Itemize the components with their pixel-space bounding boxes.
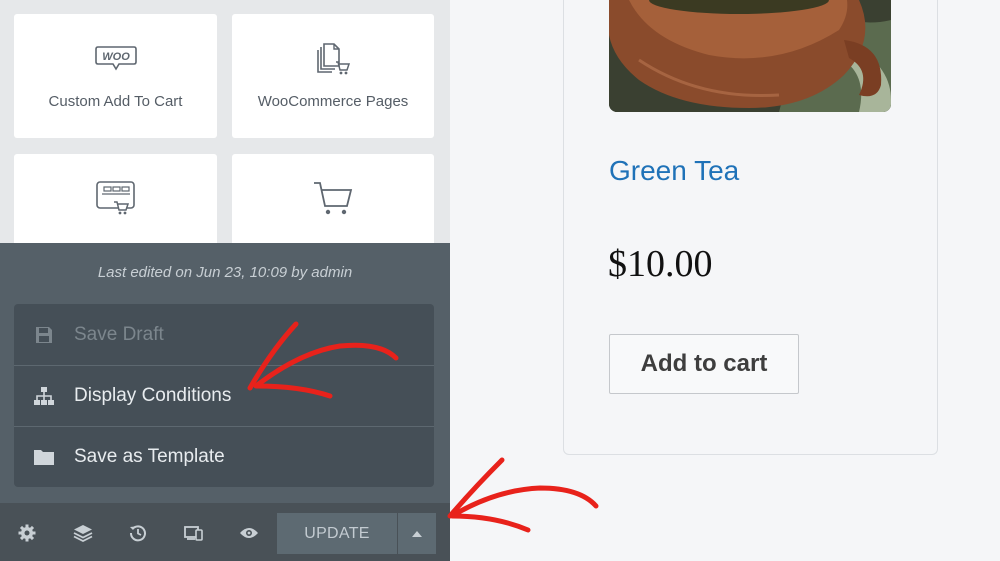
pages-cart-icon (315, 38, 351, 78)
product-price: $10.00 (608, 243, 713, 285)
editor-footer: UPDATE (0, 503, 450, 561)
layers-icon[interactable] (72, 522, 94, 544)
sitemap-icon (14, 386, 74, 406)
last-edited-text: Last edited on Jun 23, 10:09 by admin (97, 264, 353, 281)
svg-text:WOO: WOO (102, 51, 130, 63)
widget-woocommerce-pages[interactable]: WooCommerce Pages (232, 14, 434, 138)
display-conditions-label: Display Conditions (74, 385, 232, 406)
product-image (609, 0, 891, 112)
update-button[interactable]: UPDATE (277, 513, 397, 554)
editor-panel: WOO Custom Add To Cart WooCommerce Pages (0, 0, 450, 561)
folder-icon (14, 448, 74, 466)
save-as-template-label: Save as Template (74, 446, 225, 467)
save-draft-item[interactable]: Save Draft (14, 304, 434, 365)
widget-custom-add-to-cart[interactable]: WOO Custom Add To Cart (14, 14, 217, 138)
save-options-menu: Save Draft Display Conditions Save as Te… (14, 304, 434, 487)
gear-icon[interactable] (16, 522, 38, 544)
save-icon (14, 325, 74, 345)
page-preview: Green Tea $10.00 Add to cart (450, 0, 1000, 561)
save-as-template-item[interactable]: Save as Template (14, 426, 434, 487)
widget-label: WooCommerce Pages (257, 93, 409, 110)
add-to-cart-button[interactable]: Add to cart (609, 334, 799, 394)
woo-icon: WOO (94, 38, 138, 78)
cart-icon (311, 178, 355, 218)
display-conditions-item[interactable]: Display Conditions (14, 365, 434, 426)
responsive-icon[interactable] (183, 522, 205, 544)
history-icon[interactable] (127, 522, 149, 544)
menu-cart-icon (94, 178, 138, 218)
caret-up-icon[interactable] (398, 513, 436, 554)
product-title[interactable]: Green Tea (609, 155, 739, 187)
save-draft-label: Save Draft (74, 323, 164, 345)
save-options-popup: Last edited on Jun 23, 10:09 by admin Sa… (0, 243, 450, 503)
eye-icon[interactable] (238, 522, 260, 544)
widget-label: Custom Add To Cart (48, 93, 183, 110)
